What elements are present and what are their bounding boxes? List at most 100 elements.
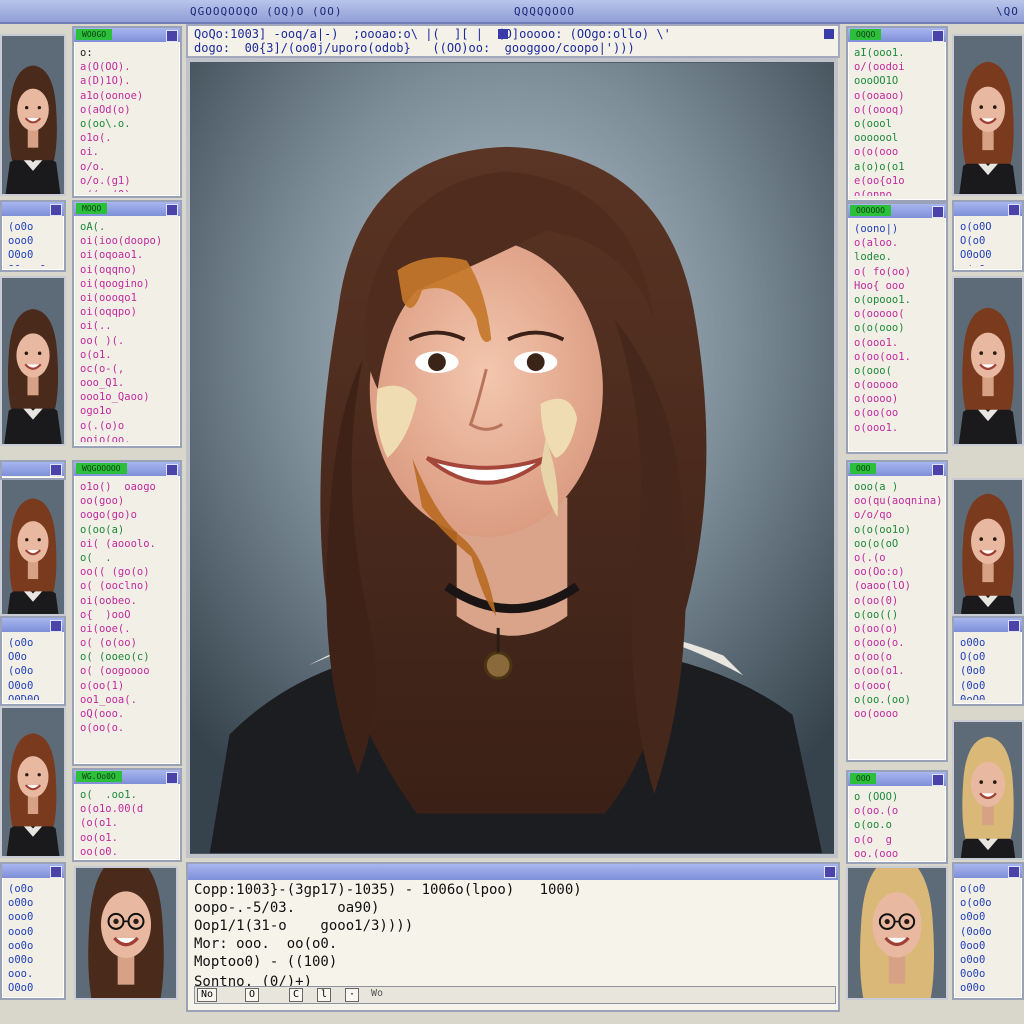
code-line: o(oo(o) [854,622,899,635]
panel-box-icon[interactable] [50,464,62,476]
panel-title-bar: OQQO [848,28,946,42]
panel-box-icon[interactable] [166,204,178,216]
code-line: Hoo{ ooo [854,279,905,292]
panel-box-icon[interactable] [1008,620,1020,632]
code-panel: OOOOOO (oono|) o(aloo. lodeo. o( fo(oo) Hoo{ … [846,202,948,454]
code-listing: (o0o ooo0O0o0O0o..0 [8,220,60,266]
code-line: o(o0 [960,883,986,895]
code-line: o(oo(o. [80,722,125,735]
main-portrait-painting [186,58,838,858]
code-line: o(o0o [960,897,992,910]
portrait-image [190,62,834,854]
code-line: oi(ooe(. [80,622,131,635]
portrait-thumbnail[interactable] [0,478,66,616]
portrait-image [954,36,1022,194]
code-line: (o(o1. [80,817,118,830]
panel-box-icon[interactable] [50,620,62,632]
code-line: ooo0 [8,925,34,938]
portrait-thumbnail[interactable] [74,866,178,1000]
code-line: oi(oooqo1 [80,291,137,304]
panel-title-bar [2,618,64,632]
console-box-icon[interactable] [824,866,836,878]
code-panel: WO0GO o: a(O(OO). a(D)1O). a1o(oonoe) o(aOd(o… [72,26,182,198]
panel-box-icon[interactable] [166,772,178,784]
code-panel: o(o0o(o0oo0o0(0o0o0oo0o0o00o0oo00o(0o0 [952,862,1024,1000]
panel-tag: OOO [850,463,877,474]
console-button[interactable]: C [289,988,304,1002]
panel-box-icon[interactable] [932,774,944,786]
code-line: oi( (aooolo. [80,537,156,550]
code-line: o(.(o)o [80,419,125,432]
code-line: o(o0o [960,263,1018,266]
code-line: 0oo0 [960,939,986,952]
panel-box-icon[interactable] [932,206,944,218]
window-box-icon[interactable] [498,29,508,39]
panel-tag: OOOOOO [850,205,891,216]
portrait-thumbnail[interactable] [952,34,1024,196]
window-box-icon[interactable] [824,29,834,39]
code-line: ooo. [8,968,34,981]
code-line: oo0o [8,939,34,952]
panel-box-icon[interactable] [932,464,944,476]
portrait-thumbnail[interactable] [846,866,948,1000]
code-line: ooo0 [8,911,34,924]
console-button[interactable]: No [197,988,218,1002]
console-panel: Copp:1003}-(3gp17)-1035) - 1006o(lpoo) 1… [186,862,840,1012]
console-title-bar [188,864,838,880]
code-line: ooio(oo. [80,433,131,442]
code-line: o(o1. [80,348,112,361]
code-line: o( (ooclno) [80,580,150,593]
panel-tag: OQQO [850,29,882,40]
code-line: o(oo(o [854,651,892,664]
portrait-image [76,868,176,998]
portrait-thumbnail[interactable] [0,706,66,858]
console-button[interactable]: l [317,988,332,1002]
panel-title-bar [954,618,1022,632]
code-line: o(o0O [960,221,992,233]
code-line: o(o(oo1o) [854,523,911,536]
panel-box-icon[interactable] [50,866,62,878]
code-line: (o0o [8,665,34,678]
code-line: oo.(ooo [854,847,899,858]
code-line: o: [80,47,93,59]
console-button[interactable]: O [245,988,260,1002]
code-line: o00o [960,637,986,649]
code-line: o (OOO) [854,791,899,803]
panel-title-bar: WO0GO [74,28,180,42]
portrait-image [954,278,1022,444]
panel-box-icon[interactable] [932,30,944,42]
code-line: oo(( (go(o) [80,566,150,579]
portrait-image [954,722,1022,858]
code-line: oQ(ooo. [80,708,125,720]
panel-box-icon[interactable] [50,204,62,216]
portrait-thumbnail[interactable] [952,478,1024,616]
panel-tag: WG.Oo0O [76,771,122,782]
window-title-center: QQQQQOOO [514,5,575,18]
code-line: o(ooooo [854,379,899,392]
portrait-thumbnail[interactable] [0,34,66,196]
console-line: Oop1/1(31-o gooo1/3)))) [194,918,414,934]
window-close-button[interactable]: \QO [996,5,1019,18]
code-line: O0D0Q [8,693,40,700]
panel-box-icon[interactable] [1008,204,1020,216]
code-line: o((oooq) [854,103,905,116]
code-line: oo(o(oO [854,537,899,550]
code-line: o(o1o.00(d [80,803,144,816]
panel-box-icon[interactable] [166,30,178,42]
code-line: o(oo(oo1. [854,350,911,363]
panel-box-icon[interactable] [166,464,178,476]
portrait-thumbnail[interactable] [952,720,1024,860]
portrait-thumbnail[interactable] [0,276,66,446]
console-input[interactable]: No O C l · Wo [194,986,836,1004]
code-line: o(oool [854,117,892,130]
portrait-thumbnail[interactable] [952,276,1024,446]
window-title-bar: QGOOQOOQO (OQ)O (OO) QQQQQOOO \QO [0,0,1024,24]
top-code-line-1: QoQo:1003] -ooq/a|-) ;oooao:o\ |( ][ | (… [194,27,671,41]
panel-tag: OOO [850,773,877,784]
panel-box-icon[interactable] [1008,866,1020,878]
console-button[interactable]: · [345,988,360,1002]
code-line: oooOO1O [854,75,899,88]
code-line: (oono|) [854,223,899,235]
code-line: o(oo.o [854,819,892,832]
panel-title-bar: WQGOOOOO [74,462,180,476]
